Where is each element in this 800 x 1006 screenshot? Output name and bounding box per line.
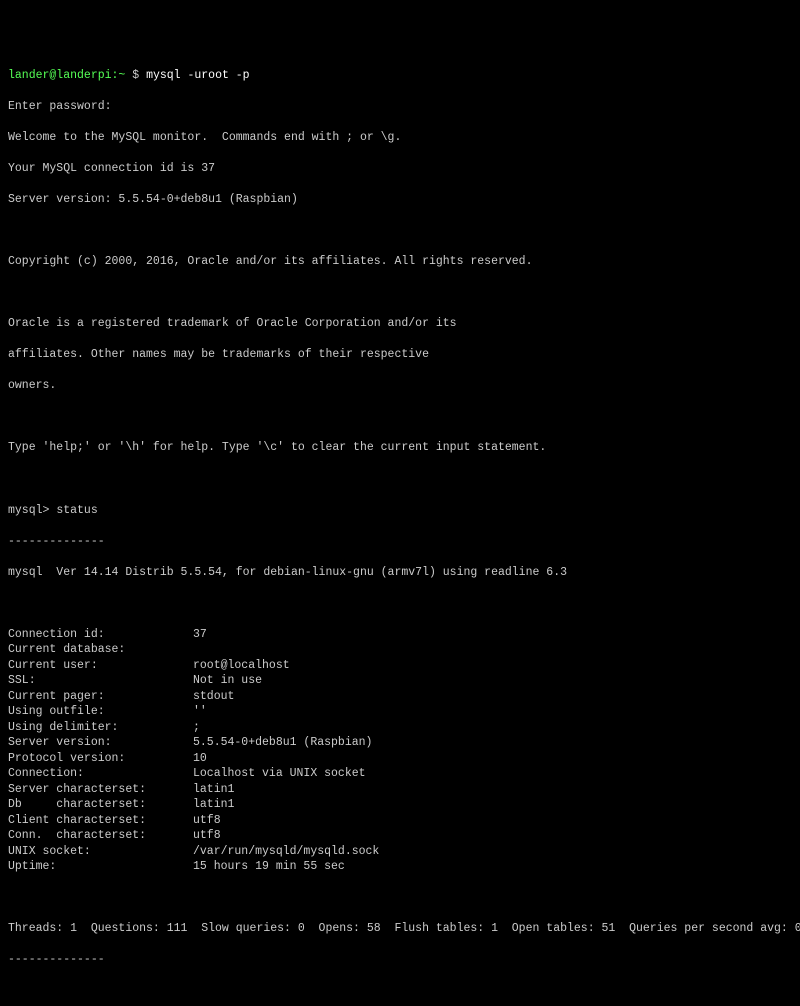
status-key: Uptime:: [8, 859, 193, 875]
status-key: SSL:: [8, 673, 193, 689]
status-row: Conn. characterset:utf8: [8, 828, 792, 844]
status-row: Connection id:37: [8, 627, 792, 643]
status-value: '': [193, 704, 207, 720]
status-row: Server characterset:latin1: [8, 782, 792, 798]
status-value: stdout: [193, 689, 234, 705]
enter-password-line: Enter password:: [8, 99, 792, 115]
status-key: Db characterset:: [8, 797, 193, 813]
status-table: Connection id:37Current database:Current…: [8, 627, 792, 875]
status-row: Current user:root@localhost: [8, 658, 792, 674]
status-row: Connection:Localhost via UNIX socket: [8, 766, 792, 782]
trademark-line-1: Oracle is a registered trademark of Orac…: [8, 316, 792, 332]
status-value: root@localhost: [193, 658, 290, 674]
status-value: 10: [193, 751, 207, 767]
mysql-prompt-line[interactable]: mysql> status: [8, 503, 792, 519]
blank-line: [8, 223, 792, 239]
status-row: Using outfile:'': [8, 704, 792, 720]
status-row: Protocol version:10: [8, 751, 792, 767]
welcome-line: Welcome to the MySQL monitor. Commands e…: [8, 130, 792, 146]
status-value: 15 hours 19 min 55 sec: [193, 859, 345, 875]
status-value: /var/run/mysqld/mysqld.sock: [193, 844, 379, 860]
status-value: 37: [193, 627, 207, 643]
shell-command: mysql -uroot -p: [146, 69, 250, 82]
mysql-prompt: mysql>: [8, 504, 56, 517]
shell-prompt-line: lander@landerpi:~ $ mysql -uroot -p: [8, 68, 792, 84]
status-key: Connection id:: [8, 627, 193, 643]
trademark-line-2: affiliates. Other names may be trademark…: [8, 347, 792, 363]
help-line: Type 'help;' or '\h' for help. Type '\c'…: [8, 440, 792, 456]
trademark-line-3: owners.: [8, 378, 792, 394]
status-value: Not in use: [193, 673, 262, 689]
status-value: 5.5.54-0+deb8u1 (Raspbian): [193, 735, 372, 751]
status-summary-line: Threads: 1 Questions: 111 Slow queries: …: [8, 921, 792, 937]
status-key: Protocol version:: [8, 751, 193, 767]
mysql-version-line: mysql Ver 14.14 Distrib 5.5.54, for debi…: [8, 565, 792, 581]
blank-line: [8, 409, 792, 425]
status-row: Client characterset:utf8: [8, 813, 792, 829]
blank-line: [8, 285, 792, 301]
copyright-line: Copyright (c) 2000, 2016, Oracle and/or …: [8, 254, 792, 270]
prompt-symbol: $: [125, 69, 146, 82]
status-key: Current user:: [8, 658, 193, 674]
status-row: Db characterset:latin1: [8, 797, 792, 813]
status-key: Conn. characterset:: [8, 828, 193, 844]
status-key: Server characterset:: [8, 782, 193, 798]
status-row: Current pager:stdout: [8, 689, 792, 705]
status-value: ;: [193, 720, 200, 736]
status-key: Current database:: [8, 642, 193, 658]
blank-line: [8, 596, 792, 612]
status-row: Using delimiter:;: [8, 720, 792, 736]
status-value: utf8: [193, 828, 221, 844]
status-row: SSL:Not in use: [8, 673, 792, 689]
prompt-user-host: lander@landerpi: [8, 69, 112, 82]
status-row: Uptime:15 hours 19 min 55 sec: [8, 859, 792, 875]
status-key: Using outfile:: [8, 704, 193, 720]
dashes-line: --------------: [8, 534, 792, 550]
status-row: UNIX socket:/var/run/mysqld/mysqld.sock: [8, 844, 792, 860]
connection-id-line: Your MySQL connection id is 37: [8, 161, 792, 177]
status-key: UNIX socket:: [8, 844, 193, 860]
blank-line: [8, 471, 792, 487]
dashes-line: --------------: [8, 952, 792, 968]
status-key: Using delimiter:: [8, 720, 193, 736]
status-value: latin1: [193, 782, 234, 798]
status-key: Client characterset:: [8, 813, 193, 829]
server-version-line: Server version: 5.5.54-0+deb8u1 (Raspbia…: [8, 192, 792, 208]
status-value: Localhost via UNIX socket: [193, 766, 366, 782]
status-row: Current database:: [8, 642, 792, 658]
status-value: utf8: [193, 813, 221, 829]
blank-line: [8, 890, 792, 906]
prompt-path: :~: [112, 69, 126, 82]
status-value: latin1: [193, 797, 234, 813]
status-row: Server version:5.5.54-0+deb8u1 (Raspbian…: [8, 735, 792, 751]
status-key: Current pager:: [8, 689, 193, 705]
mysql-command: status: [56, 504, 97, 517]
status-key: Connection:: [8, 766, 193, 782]
status-key: Server version:: [8, 735, 193, 751]
